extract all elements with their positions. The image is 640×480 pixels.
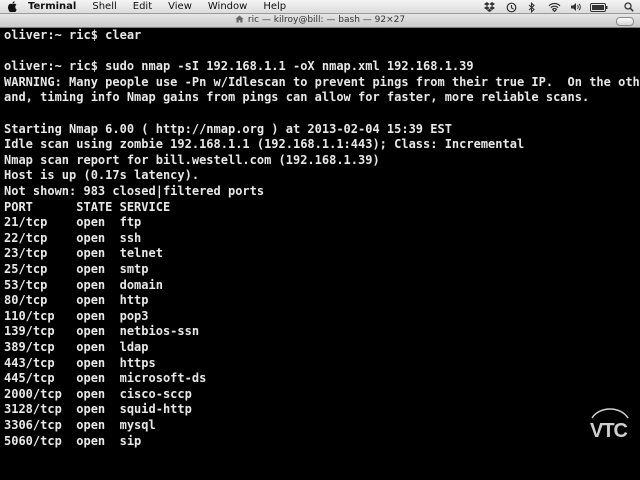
terminal-line: 2000/tcp open cisco-sccp: [4, 386, 192, 401]
menu-edit[interactable]: Edit: [133, 0, 152, 14]
terminal-line: 3306/tcp open mysql: [4, 418, 156, 432]
terminal-line: 21/tcp open ftp: [4, 215, 142, 230]
home-folder-icon: [235, 15, 244, 28]
terminal-output[interactable]: oliver:~ ric$ clear oliver:~ ric$ sudo n…: [0, 28, 640, 480]
terminal-line: 25/tcp open smtp: [4, 262, 149, 276]
terminal-line: PORT STATE SERVICE: [4, 199, 171, 214]
menu-shell[interactable]: Shell: [92, 0, 116, 14]
battery-icon[interactable]: [590, 0, 608, 14]
terminal-line: 443/tcp open https: [4, 355, 156, 370]
menu-terminal[interactable]: Terminal: [28, 0, 76, 14]
window-title: ric — kilroy@bill: — bash — 92×27: [0, 14, 640, 28]
terminal-line: WARNING: Many people use -Pn w/Idlescan …: [4, 74, 640, 89]
terminal-line: and, timing info Nmap gains from pings c…: [4, 90, 590, 105]
menu-help[interactable]: Help: [263, 0, 286, 14]
terminal-line: Idle scan using zombie 192.168.1.1 (192.…: [4, 137, 525, 152]
terminal-line: 110/tcp open pop3: [4, 308, 149, 323]
terminal-line: 80/tcp open http: [4, 293, 149, 308]
window-titlebar[interactable]: ric — kilroy@bill: — bash — 92×27: [0, 14, 640, 28]
terminal-line: 139/tcp open netbios-ssn: [4, 324, 200, 339]
terminal-line: 23/tcp open telnet: [4, 246, 163, 261]
terminal-line: 22/tcp open ssh: [4, 230, 142, 245]
terminal-line: Starting Nmap 6.00 ( http://nmap.org ) a…: [4, 121, 452, 136]
bluetooth-icon[interactable]: [528, 0, 536, 14]
terminal-line: 3128/tcp open squid-http: [4, 402, 192, 417]
terminal-line: oliver:~ ric$ sudo nmap -sI 192.168.1.1 …: [4, 59, 474, 74]
volume-icon[interactable]: [570, 0, 582, 14]
toolbar-toggle-button[interactable]: [616, 17, 634, 26]
terminal-line: 5060/tcp open sip: [4, 433, 142, 448]
menu-bar: Terminal Shell Edit View Window Help: [0, 0, 640, 14]
time-machine-icon[interactable]: [506, 0, 517, 14]
window-title-text: ric — kilroy@bill: — bash — 92×27: [247, 15, 406, 25]
terminal-line: Nmap scan report for bill.westell.com (1…: [4, 152, 380, 167]
terminal-line: 445/tcp open microsoft-ds: [4, 371, 207, 386]
terminal-line: Host is up (0.17s latency).: [4, 168, 200, 183]
vtc-watermark-logo: VTC: [588, 408, 632, 448]
apple-menu-icon[interactable]: [8, 1, 18, 12]
menu-view[interactable]: View: [168, 0, 192, 14]
terminal-line: oliver:~ ric$ clear: [4, 28, 142, 42]
wifi-icon[interactable]: [548, 0, 561, 14]
terminal-line: 389/tcp open ldap: [4, 340, 149, 354]
terminal-line: Not shown: 983 closed|filtered ports: [4, 184, 265, 198]
menu-window[interactable]: Window: [208, 0, 247, 14]
spotlight-search-icon[interactable]: [624, 0, 634, 14]
dropbox-icon[interactable]: [484, 0, 495, 14]
vtc-watermark-text: VTC: [590, 420, 628, 442]
terminal-line: 53/tcp open domain: [4, 277, 163, 292]
